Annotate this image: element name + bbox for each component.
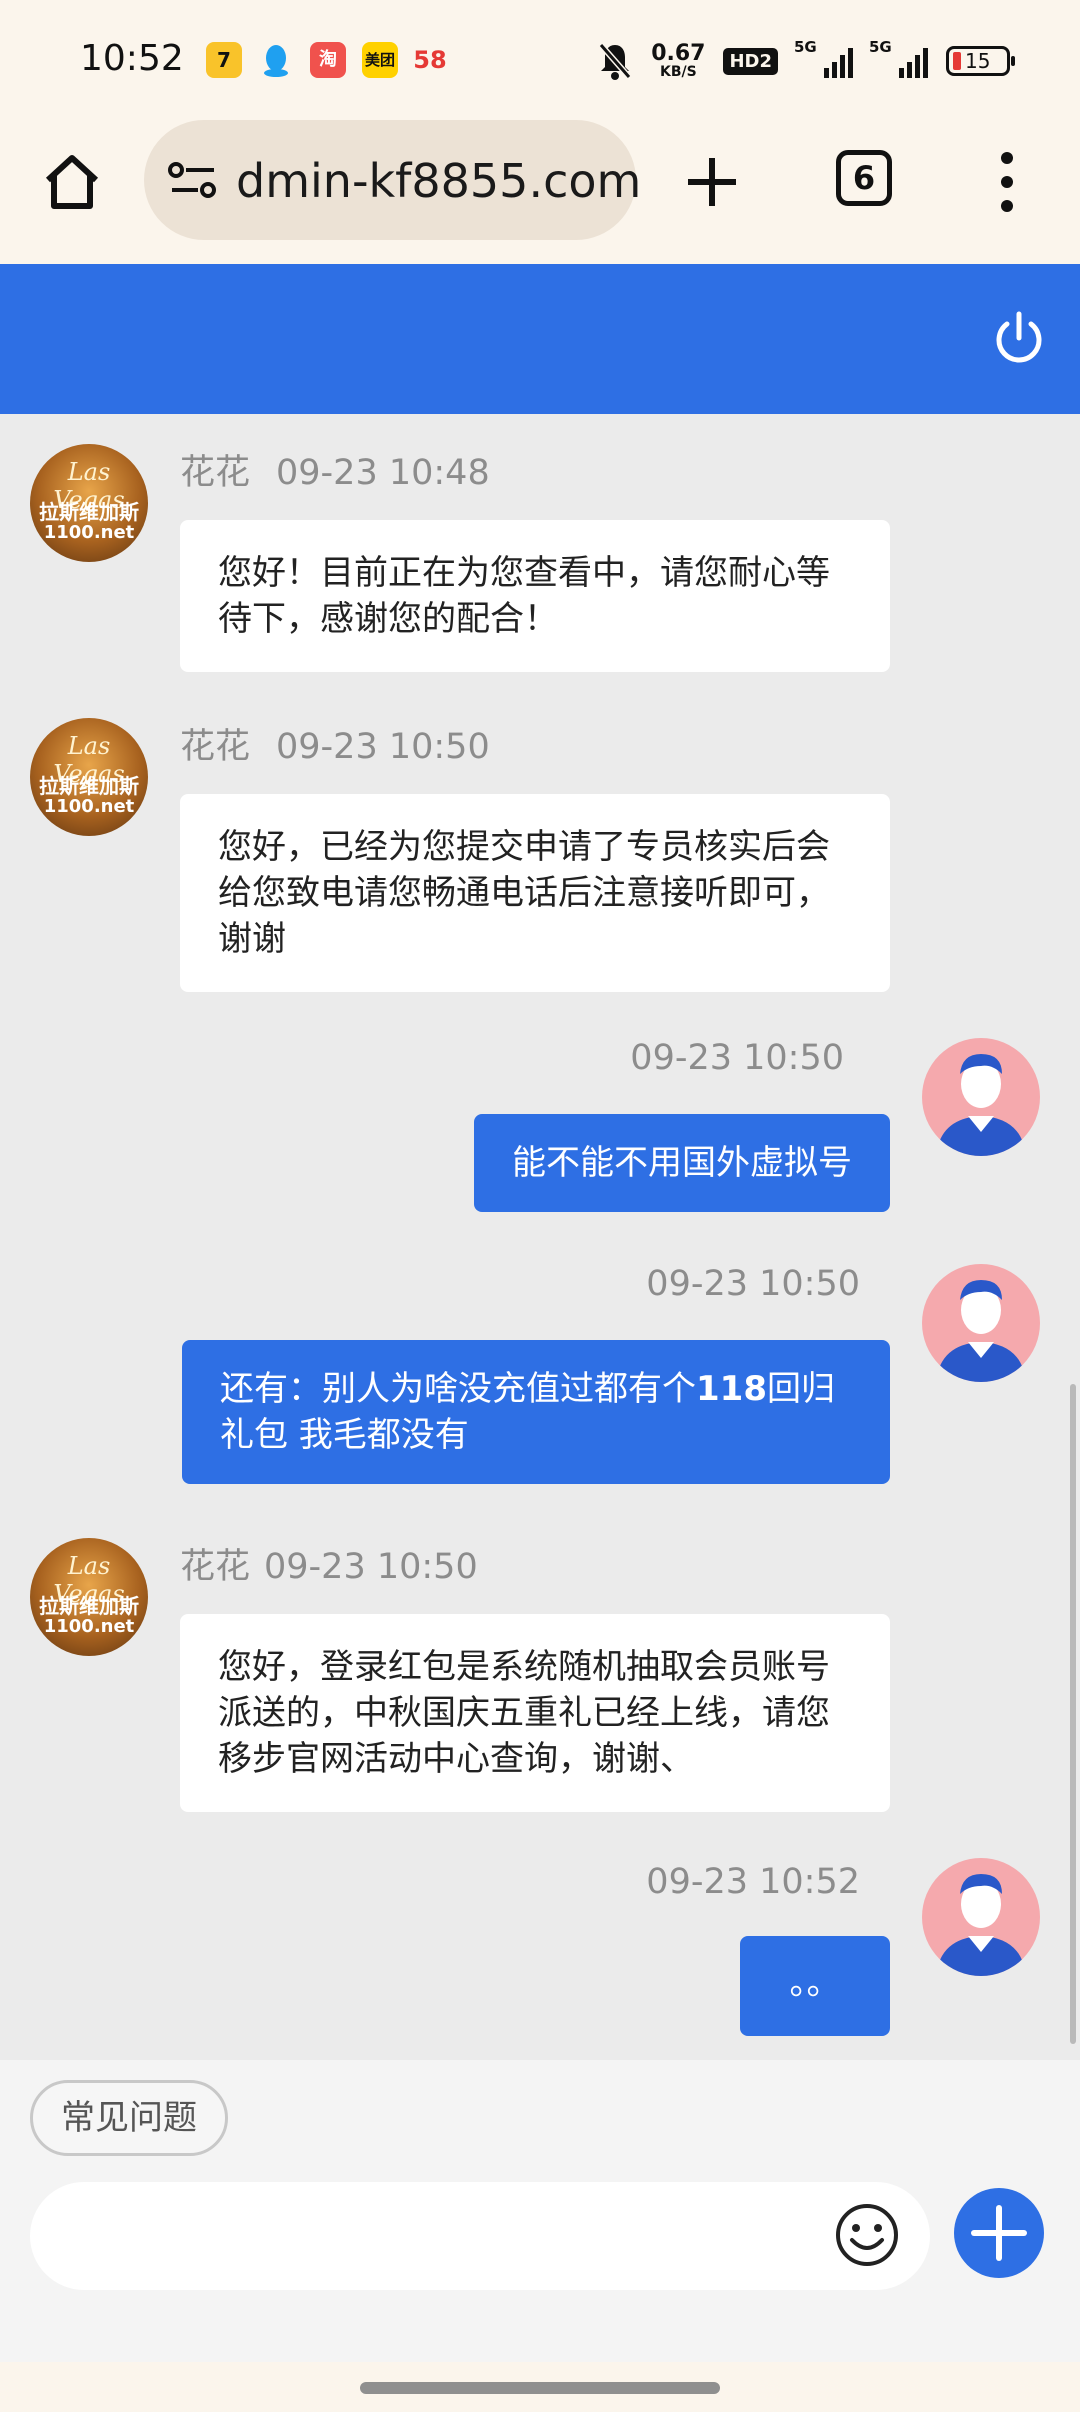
emoji-icon[interactable] bbox=[834, 2202, 900, 2268]
chat-scrollbar[interactable] bbox=[1070, 1384, 1076, 2044]
user-message-bubble: 能不能不用国外虚拟号 bbox=[474, 1114, 890, 1212]
message-input[interactable] bbox=[30, 2182, 930, 2290]
user-silhouette-icon bbox=[936, 1054, 1026, 1156]
status-bar: 10:52 7 淘 美团 58 0.67 KB/S HD2 5G 5G 15 bbox=[0, 0, 1080, 120]
meituan-icon: 美团 bbox=[362, 42, 398, 78]
message-meta: 花花 09-23 10:48 bbox=[180, 444, 490, 495]
agent-avatar: Las Vegas 拉斯维加斯 1100.net bbox=[30, 718, 148, 836]
agent-message-bubble: 您好，登录红包是系统随机抽取会员账号派送的，中秋国庆五重礼已经上线，请您移步官网… bbox=[180, 1614, 890, 1812]
battery-icon: 15 bbox=[946, 46, 1015, 76]
chat-header bbox=[0, 264, 1080, 414]
browser-toolbar: dmin-kf8855.com 6 bbox=[0, 120, 1080, 264]
user-message-bubble: 。。 bbox=[740, 1936, 890, 2036]
hd-voice-badge: HD2 bbox=[723, 47, 778, 75]
home-icon[interactable] bbox=[40, 150, 104, 214]
more-vert-icon[interactable] bbox=[992, 150, 1022, 214]
message-meta: 花花 09-23 10:50 bbox=[180, 1538, 478, 1589]
clock: 10:52 bbox=[80, 38, 184, 79]
gesture-nav-bar bbox=[0, 2362, 1080, 2412]
url-text[interactable]: dmin-kf8855.com bbox=[236, 154, 641, 208]
chat-messages[interactable]: Las Vegas 拉斯维加斯 1100.net 花花 09-23 10:48 您… bbox=[0, 414, 1080, 2060]
signal-sim2-icon: 5G bbox=[869, 38, 928, 78]
tencent-video-icon: 7 bbox=[206, 42, 242, 78]
status-indicators: 0.67 KB/S HD2 5G 5G 15 bbox=[597, 36, 1015, 86]
composer-area: 常见问题 bbox=[0, 2060, 1080, 2412]
message-time: 09-23 10:52 bbox=[646, 1862, 860, 1902]
user-message-bubble: 还有：别人为啥没充值过都有个118回归礼包 我毛都没有 bbox=[182, 1340, 890, 1484]
sender-name: 花花 bbox=[180, 727, 251, 767]
tab-switcher-button[interactable]: 6 bbox=[836, 150, 892, 206]
user-avatar bbox=[922, 1264, 1040, 1382]
message-time: 09-23 10:50 bbox=[646, 1264, 860, 1304]
agent-message-bubble: 您好，已经为您提交申请了专员核实后会给您致电请您畅通电话后注意接听即可，谢谢 bbox=[180, 794, 890, 992]
message-time: 09-23 10:50 bbox=[264, 1547, 478, 1587]
taobao-icon: 淘 bbox=[310, 42, 346, 78]
agent-avatar: Las Vegas 拉斯维加斯 1100.net bbox=[30, 1538, 148, 1656]
user-silhouette-icon bbox=[936, 1280, 1026, 1382]
battery-level: 15 bbox=[965, 49, 991, 73]
message-time: 09-23 10:50 bbox=[630, 1038, 844, 1078]
home-gesture-handle[interactable] bbox=[360, 2382, 720, 2394]
faq-button[interactable]: 常见问题 bbox=[30, 2080, 228, 2156]
sender-name: 花花 bbox=[180, 1547, 251, 1587]
user-silhouette-icon bbox=[936, 1874, 1026, 1976]
plus-circle-icon bbox=[971, 2205, 1027, 2261]
new-tab-plus-icon[interactable] bbox=[682, 152, 742, 212]
address-bar[interactable]: dmin-kf8855.com bbox=[144, 120, 641, 240]
message-time: 09-23 10:48 bbox=[276, 453, 490, 493]
site-settings-icon[interactable] bbox=[168, 160, 218, 200]
qq-icon bbox=[258, 42, 294, 78]
user-avatar bbox=[922, 1038, 1040, 1156]
message-time: 09-23 10:50 bbox=[276, 727, 490, 767]
agent-message-bubble: 您好！目前正在为您查看中，请您耐心等待下，感谢您的配合！ bbox=[180, 520, 890, 672]
sender-name: 花花 bbox=[180, 453, 251, 493]
user-avatar bbox=[922, 1858, 1040, 1976]
power-icon[interactable] bbox=[990, 310, 1048, 368]
58-icon: 58 bbox=[413, 46, 447, 74]
agent-avatar: Las Vegas 拉斯维加斯 1100.net bbox=[30, 444, 148, 562]
message-meta: 花花 09-23 10:50 bbox=[180, 718, 490, 769]
signal-sim1-icon: 5G bbox=[794, 38, 853, 78]
mute-bell-icon bbox=[598, 43, 632, 80]
add-button[interactable] bbox=[954, 2188, 1044, 2278]
network-speed: 0.67 KB/S bbox=[651, 41, 706, 80]
